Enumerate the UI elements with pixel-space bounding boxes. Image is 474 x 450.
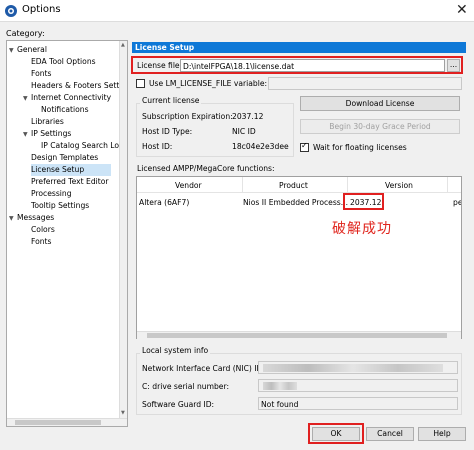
scroll-down-icon[interactable]: ▼ — [121, 410, 125, 416]
crack-success-annotation: 破解成功 — [332, 221, 392, 237]
tree-item-notifications[interactable]: Notifications — [41, 104, 89, 116]
tree-item-license-setup[interactable]: License Setup — [31, 164, 111, 176]
table-cell-vendor: Altera (6AF7) — [139, 198, 190, 207]
tree-item-internet-connectivity[interactable]: ▼ Internet Connectivity — [23, 92, 111, 104]
tree-item-messages-fonts[interactable]: Fonts — [31, 236, 52, 248]
current-license-label: Current license — [140, 96, 202, 105]
host-id-label: Host ID: — [142, 142, 173, 151]
table-cell-extra: pe — [453, 198, 462, 207]
blurred-value — [263, 382, 297, 390]
license-file-input[interactable]: D:\intelFPGA\18.1\license.dat — [180, 59, 445, 72]
host-id-type-value: NIC ID — [232, 127, 256, 136]
tree-vertical-scrollbar[interactable]: ▲ ▼ — [119, 41, 127, 426]
tree-item-general[interactable]: ▼ General — [9, 44, 47, 56]
wait-floating-label: Wait for floating licenses — [313, 143, 407, 152]
category-label: Category: — [6, 29, 45, 38]
tree-item-preferred-text-editor[interactable]: Preferred Text Editor — [31, 176, 109, 188]
collapse-arrow-icon[interactable]: ▼ — [9, 45, 17, 57]
tree-item-eda-tool-options[interactable]: EDA Tool Options — [31, 56, 96, 68]
ok-button[interactable]: OK — [312, 427, 360, 441]
app-icon — [5, 5, 17, 17]
use-lm-checkbox[interactable] — [136, 79, 145, 88]
tree-item-libraries[interactable]: Libraries — [31, 116, 64, 128]
nic-id-field — [258, 361, 458, 374]
scroll-thumb[interactable] — [15, 420, 101, 425]
tree-item-design-templates[interactable]: Design Templates — [31, 152, 98, 164]
c-drive-serial-label: C: drive serial number: — [142, 382, 230, 391]
licensed-functions-table[interactable]: Vendor Product Version Altera (6AF7) Nio… — [136, 176, 462, 339]
cancel-button[interactable]: Cancel — [366, 427, 414, 441]
table-cell-product: Nios II Embedded Process... — [243, 198, 348, 207]
software-guard-label: Software Guard ID: — [142, 400, 215, 409]
scroll-up-icon[interactable]: ▲ — [121, 42, 125, 48]
column-header-vendor[interactable]: Vendor — [175, 181, 202, 190]
highlight-version — [343, 193, 384, 210]
column-header-product[interactable]: Product — [279, 181, 308, 190]
tree-item-colors[interactable]: Colors — [31, 224, 55, 236]
table-horizontal-scrollbar[interactable] — [137, 331, 461, 339]
tree-item-headers-footers[interactable]: Headers & Footers Setting — [31, 80, 127, 92]
tree-item-processing[interactable]: Processing — [31, 188, 72, 200]
tree-horizontal-scrollbar[interactable] — [7, 418, 127, 426]
subscription-expiration-value: 2037.12 — [232, 112, 264, 121]
tree-item-ip-catalog-search[interactable]: IP Catalog Search Locat — [41, 140, 127, 152]
title-bar: Options ✕ — [0, 0, 474, 22]
panel-header: License Setup — [132, 42, 466, 53]
tree-item-tooltip-settings[interactable]: Tooltip Settings — [31, 200, 89, 212]
wait-floating-checkbox[interactable] — [300, 141, 309, 152]
close-icon[interactable]: ✕ — [456, 2, 468, 18]
software-guard-field: Not found — [258, 397, 458, 410]
help-button[interactable]: Help — [418, 427, 466, 441]
collapse-arrow-icon[interactable]: ▼ — [23, 93, 31, 105]
window-title: Options — [22, 4, 61, 15]
column-header-version[interactable]: Version — [385, 181, 413, 190]
tree-item-fonts[interactable]: Fonts — [31, 68, 52, 80]
use-lm-label: Use LM_LICENSE_FILE variable: — [149, 79, 268, 88]
download-license-button[interactable]: Download License — [300, 96, 460, 111]
collapse-arrow-icon[interactable]: ▼ — [23, 129, 31, 141]
tree-item-ip-settings[interactable]: ▼ IP Settings — [23, 128, 71, 140]
scroll-thumb[interactable] — [147, 333, 447, 338]
grace-period-button: Begin 30-day Grace Period — [300, 119, 460, 134]
category-tree[interactable]: ▼ General EDA Tool Options Fonts Headers … — [6, 40, 128, 427]
local-system-info-label: Local system info — [140, 346, 211, 355]
blurred-value — [263, 364, 443, 372]
collapse-arrow-icon[interactable]: ▼ — [9, 213, 17, 225]
tree-item-messages[interactable]: ▼ Messages — [9, 212, 54, 224]
nic-id-label: Network Interface Card (NIC) ID: — [142, 364, 265, 373]
license-file-label: License file: — [137, 61, 183, 70]
host-id-type-label: Host ID Type: — [142, 127, 193, 136]
licensed-functions-label: Licensed AMPP/MegaCore functions: — [137, 164, 275, 173]
host-id-value: 18c04e2e3dee — [232, 142, 289, 151]
lm-variable-field — [268, 77, 462, 90]
subscription-expiration-label: Subscription Expiration: — [142, 112, 233, 121]
c-drive-serial-field — [258, 379, 458, 392]
browse-button[interactable]: ... — [447, 59, 460, 72]
